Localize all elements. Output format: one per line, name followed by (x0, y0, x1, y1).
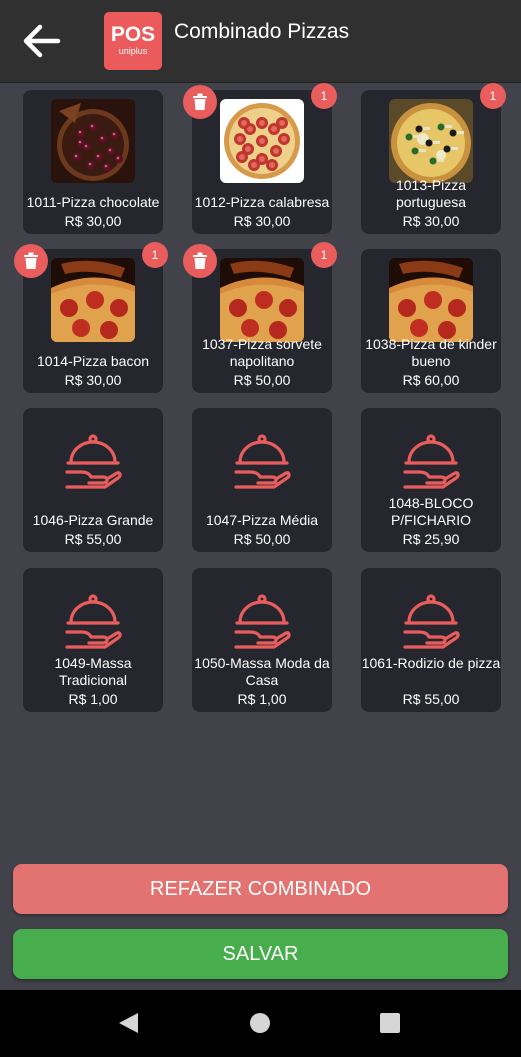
product-image (220, 99, 304, 183)
product-price: R$ 30,00 (402, 213, 460, 229)
product-tile[interactable]: 1049-Massa Tradicional R$ 1,00 (23, 568, 163, 712)
product-tile[interactable]: 1046-Pizza Grande R$ 55,00 (23, 408, 163, 552)
product-name: 1048-BLOCO P/FICHARIO (388, 495, 474, 528)
trash-icon[interactable] (183, 85, 217, 119)
product-price: R$ 1,00 (237, 691, 287, 707)
product-price: R$ 25,90 (402, 531, 460, 547)
product-image (389, 258, 473, 342)
product-image (51, 99, 135, 183)
redo-combo-button[interactable]: REFAZER COMBINADO (13, 864, 508, 914)
product-name: 1038-Pizza de kinder bueno (365, 336, 497, 369)
product-price: R$ 30,00 (64, 372, 122, 388)
quantity-badge: 1 (480, 83, 506, 109)
nav-home-icon[interactable] (250, 1013, 270, 1033)
food-cloche-icon (401, 592, 461, 652)
product-price: R$ 55,00 (64, 531, 122, 547)
product-image (389, 99, 473, 183)
food-cloche-icon (232, 432, 292, 492)
product-image (220, 258, 304, 342)
system-nav-bar (0, 990, 521, 1057)
nav-back-icon[interactable] (119, 1013, 138, 1033)
product-name: 1049-Massa Tradicional (54, 655, 132, 688)
product-price: R$ 1,00 (68, 691, 118, 707)
quantity-badge: 1 (311, 83, 337, 109)
nav-recents-icon[interactable] (380, 1013, 400, 1033)
product-tile[interactable]: 1038-Pizza de kinder bueno R$ 60,00 (361, 249, 501, 393)
product-name: 1047-Pizza Média (205, 512, 319, 528)
product-name: 1014-Pizza bacon (36, 353, 150, 369)
product-name: 1011-Pizza chocolate (26, 194, 160, 210)
product-name: 1012-Pizza calabresa (194, 194, 330, 210)
logo-text: POS (110, 23, 156, 46)
food-cloche-icon (63, 592, 123, 652)
back-arrow-icon[interactable] (18, 18, 64, 64)
product-image (51, 258, 135, 342)
food-cloche-icon (63, 432, 123, 492)
product-price: R$ 30,00 (233, 213, 291, 229)
save-button[interactable]: SALVAR (13, 929, 508, 979)
logo-subtext: uniplus (118, 46, 148, 56)
product-price: R$ 60,00 (402, 372, 460, 388)
product-name: 1046-Pizza Grande (32, 512, 154, 528)
product-tile[interactable]: 1047-Pizza Média R$ 50,00 (192, 408, 332, 552)
product-name: 1050-Massa Moda da Casa (194, 655, 330, 688)
product-tile[interactable]: 1048-BLOCO P/FICHARIO R$ 25,90 (361, 408, 501, 552)
trash-icon[interactable] (14, 244, 48, 278)
page-title: Combinado Pizzas (174, 20, 350, 43)
food-cloche-icon (401, 432, 461, 492)
product-price: R$ 50,00 (233, 531, 291, 547)
product-name: 1013-Pizza portuguesa (395, 177, 467, 210)
product-price: R$ 55,00 (402, 691, 460, 707)
quantity-badge: 1 (311, 242, 337, 268)
product-tile[interactable]: 1050-Massa Moda da Casa R$ 1,00 (192, 568, 332, 712)
product-tile[interactable]: 1011-Pizza chocolate R$ 30,00 (23, 90, 163, 234)
quantity-badge: 1 (142, 242, 168, 268)
product-tile[interactable]: 1061-Rodizio de pizza R$ 55,00 (361, 568, 501, 712)
product-tile[interactable]: 1013-Pizza portuguesa R$ 30,00 (361, 90, 501, 234)
food-cloche-icon (232, 592, 292, 652)
app-logo: POS uniplus (104, 12, 162, 70)
product-name: 1037-Pizza sorvete napolitano (202, 336, 322, 369)
product-name: 1061-Rodizio de pizza (361, 655, 501, 671)
trash-icon[interactable] (183, 244, 217, 278)
app-bar: POS uniplus Combinado Pizzas (0, 0, 521, 83)
product-price: R$ 50,00 (233, 372, 291, 388)
product-price: R$ 30,00 (64, 213, 122, 229)
